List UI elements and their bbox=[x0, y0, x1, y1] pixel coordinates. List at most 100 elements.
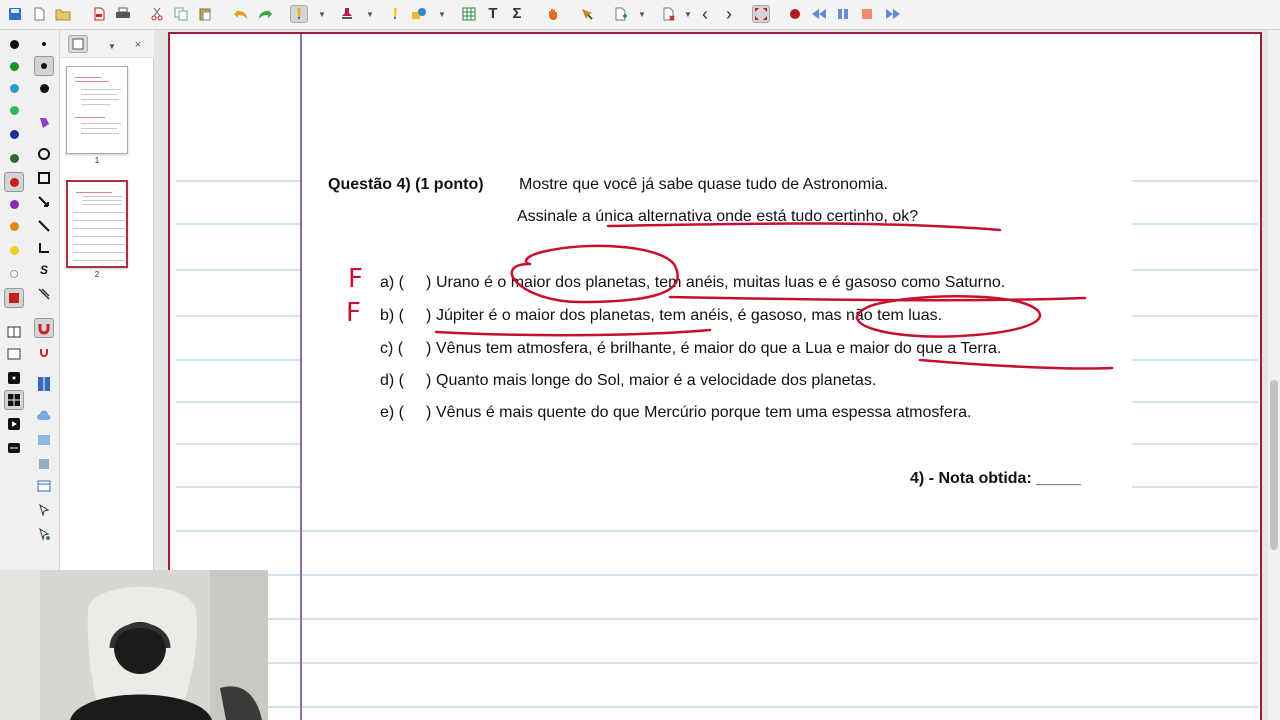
highlighter-icon[interactable] bbox=[386, 5, 404, 23]
pdf-icon[interactable] bbox=[90, 5, 108, 23]
fill-color-red[interactable] bbox=[4, 288, 24, 308]
select-icon[interactable] bbox=[578, 5, 596, 23]
sorter-header: ▼ × bbox=[60, 30, 154, 58]
stop-icon[interactable] bbox=[858, 5, 876, 23]
color-red-selected[interactable] bbox=[4, 172, 24, 192]
color-green[interactable] bbox=[4, 56, 24, 76]
option-c-letter: c) ( bbox=[380, 340, 404, 357]
color-dark-green[interactable] bbox=[4, 148, 24, 168]
option-c-text: Vênus tem atmosfera, é brilhante, é maio… bbox=[436, 340, 1002, 357]
pointer-icon[interactable] bbox=[34, 500, 54, 520]
magnet-icon[interactable] bbox=[34, 318, 54, 338]
option-d-text: Quanto mais longe do Sol, maior é a velo… bbox=[436, 372, 877, 389]
color-dark-blue[interactable] bbox=[4, 124, 24, 144]
insert-page-icon[interactable] bbox=[612, 5, 630, 23]
option-b-text: Júpiter é o maior dos planetas, tem anéi… bbox=[436, 307, 943, 324]
color-purple[interactable] bbox=[4, 194, 24, 214]
option-b-letter: b) ( bbox=[380, 307, 404, 324]
color-black[interactable] bbox=[4, 34, 24, 54]
notebook-page[interactable]: Questão 4) (1 ponto) Mostre que você já … bbox=[168, 32, 1262, 720]
undo-icon[interactable] bbox=[232, 5, 250, 23]
keyboard-icon[interactable] bbox=[4, 438, 24, 458]
forward-icon[interactable] bbox=[884, 5, 902, 23]
split-icon[interactable] bbox=[34, 374, 54, 394]
screen-icon[interactable] bbox=[4, 344, 24, 364]
option-d-letter: d) ( bbox=[380, 372, 404, 389]
dot-small-icon[interactable] bbox=[34, 34, 54, 54]
table-icon[interactable] bbox=[460, 5, 478, 23]
pause-icon[interactable] bbox=[834, 5, 852, 23]
copy-icon[interactable] bbox=[172, 5, 190, 23]
insert-dropdown-icon[interactable]: ▼ bbox=[638, 8, 646, 20]
dice-icon[interactable] bbox=[4, 368, 24, 388]
webcam-feed-image bbox=[0, 570, 268, 720]
next-page-icon[interactable]: › bbox=[720, 5, 738, 23]
delete-page-icon[interactable] bbox=[660, 5, 678, 23]
option-a-close: ) bbox=[426, 274, 432, 291]
paste-icon[interactable] bbox=[196, 5, 214, 23]
media-icon[interactable] bbox=[4, 414, 24, 434]
page-number-2: 2 bbox=[94, 270, 100, 279]
page-thumbnail-2[interactable] bbox=[66, 180, 128, 268]
question-instruction: Assinale a única alternativa onde está t… bbox=[517, 208, 919, 225]
shapes-icon[interactable] bbox=[410, 5, 428, 23]
color-orange[interactable] bbox=[4, 216, 24, 236]
document-area: Questão 4) (1 ponto) Mostre que você já … bbox=[154, 30, 1280, 720]
hand-icon[interactable] bbox=[544, 5, 562, 23]
dot-large-icon[interactable] bbox=[34, 78, 54, 98]
color-light-green[interactable] bbox=[4, 100, 24, 120]
ink-underline-option-c bbox=[918, 358, 1114, 370]
page-sorter: ▼ × 1 2 bbox=[60, 30, 154, 570]
line-icon[interactable] bbox=[34, 216, 54, 236]
layers-icon[interactable] bbox=[34, 454, 54, 474]
sorter-view-icon[interactable] bbox=[68, 35, 88, 53]
window-icon[interactable] bbox=[4, 322, 24, 342]
sigma-icon[interactable]: Σ bbox=[508, 5, 526, 23]
color-light-blue[interactable] bbox=[4, 78, 24, 98]
color-white[interactable] bbox=[4, 264, 24, 284]
save-icon[interactable] bbox=[6, 5, 24, 23]
arrow-icon[interactable] bbox=[34, 192, 54, 212]
fill-icon[interactable] bbox=[34, 112, 54, 132]
grid-icon[interactable] bbox=[4, 390, 24, 410]
stamp-dropdown-icon[interactable]: ▼ bbox=[366, 8, 374, 20]
tweezers-icon[interactable] bbox=[34, 284, 54, 304]
print-icon[interactable] bbox=[114, 5, 132, 23]
option-c-close: ) bbox=[426, 340, 432, 357]
tool-palette: S bbox=[0, 30, 60, 570]
cut-icon[interactable] bbox=[148, 5, 166, 23]
magnet-small-icon[interactable] bbox=[34, 342, 54, 362]
sorter-close-icon[interactable]: × bbox=[134, 39, 142, 51]
redo-icon[interactable] bbox=[256, 5, 274, 23]
cloud-icon[interactable] bbox=[34, 406, 54, 426]
square-icon[interactable] bbox=[34, 168, 54, 188]
delete-dropdown-icon[interactable]: ▼ bbox=[684, 8, 692, 20]
s-tool-icon[interactable]: S bbox=[34, 260, 54, 280]
scrollbar-thumb[interactable] bbox=[1270, 380, 1278, 550]
sorter-dropdown-icon[interactable]: ▼ bbox=[108, 40, 116, 52]
record-icon[interactable] bbox=[786, 5, 804, 23]
rewind-icon[interactable] bbox=[810, 5, 828, 23]
text-tool-icon[interactable]: T bbox=[484, 5, 502, 23]
annotation-f-option-a: F bbox=[348, 264, 363, 294]
photo-icon[interactable] bbox=[34, 430, 54, 450]
angle-icon[interactable] bbox=[34, 238, 54, 258]
pointer-green-icon[interactable] bbox=[34, 524, 54, 544]
prev-page-icon[interactable]: ‹ bbox=[696, 5, 714, 23]
new-page-icon[interactable] bbox=[30, 5, 48, 23]
panel-icon[interactable] bbox=[34, 476, 54, 496]
stamp-icon[interactable] bbox=[338, 5, 356, 23]
annotation-f-option-b: F bbox=[346, 298, 361, 328]
fullscreen-icon[interactable] bbox=[752, 5, 770, 23]
circle-icon[interactable] bbox=[34, 144, 54, 164]
open-icon[interactable] bbox=[54, 5, 72, 23]
main-toolbar: ▼ ▼ ▼ T Σ ▼ ▼ ‹ › bbox=[0, 0, 1280, 30]
pen-icon[interactable] bbox=[290, 5, 308, 23]
pen-dropdown-icon[interactable]: ▼ bbox=[318, 8, 326, 20]
color-yellow[interactable] bbox=[4, 240, 24, 260]
vertical-scrollbar[interactable] bbox=[1268, 30, 1280, 720]
dot-medium-icon[interactable] bbox=[34, 56, 54, 76]
shapes-dropdown-icon[interactable]: ▼ bbox=[438, 8, 446, 20]
option-e-text: Vênus é mais quente do que Mercúrio porq… bbox=[436, 404, 972, 421]
page-thumbnail-1[interactable] bbox=[66, 66, 128, 154]
